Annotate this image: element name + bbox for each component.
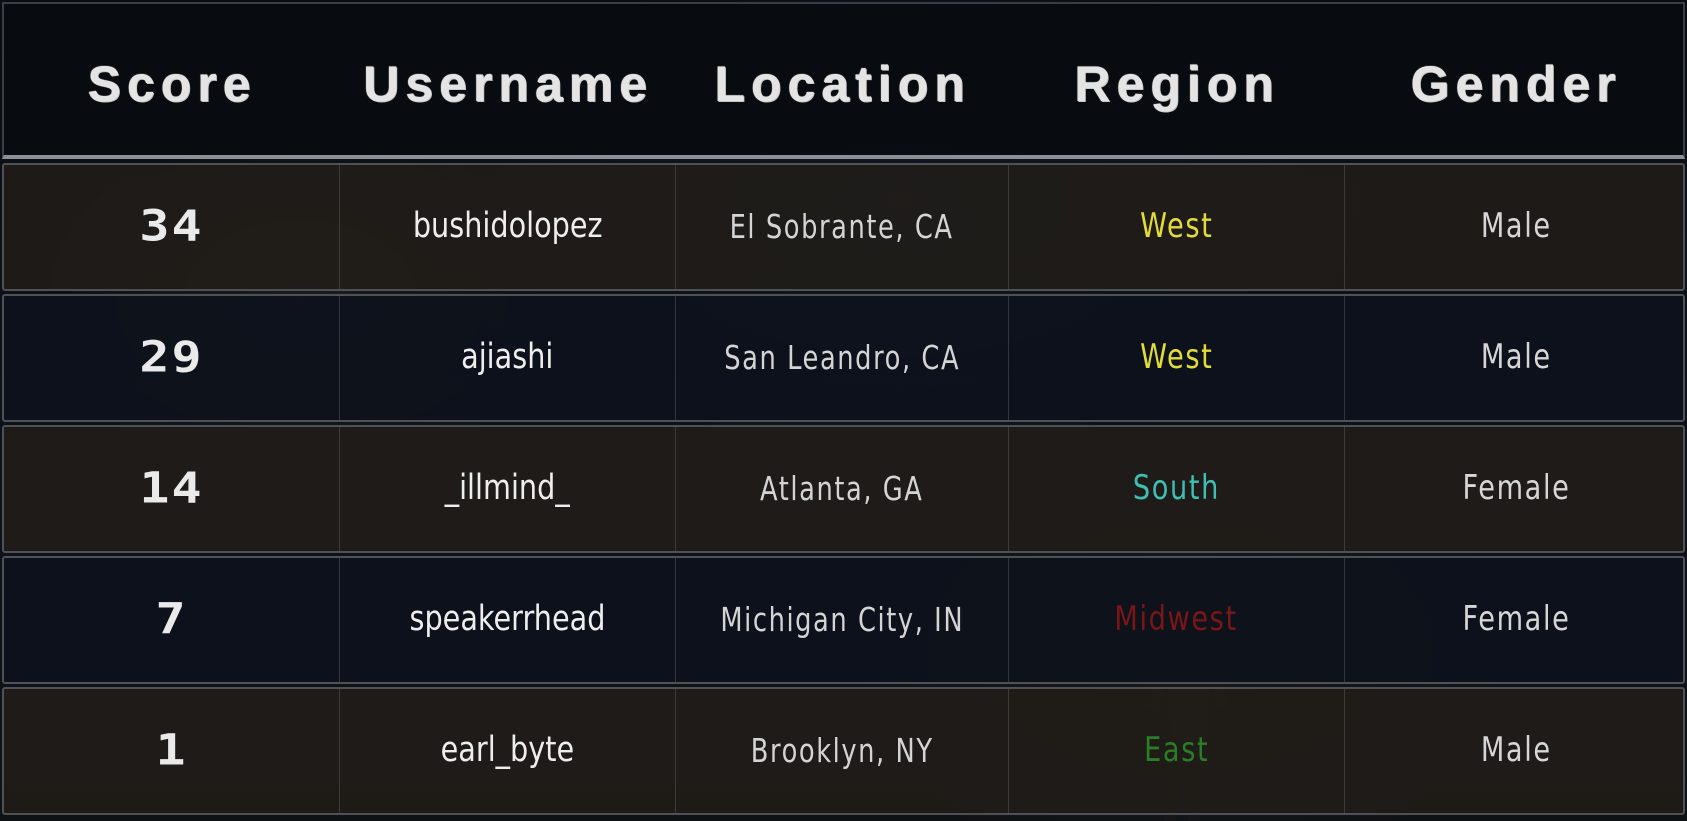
username-value: earl_byte (440, 730, 575, 770)
gender-value: Female (1462, 599, 1570, 639)
location-value: Atlanta, GA (760, 468, 924, 508)
location-value: El Sobrante, CA (730, 206, 954, 246)
leaderboard: Score Username Location Region Gender 34… (2, 2, 1685, 821)
column-header-score: Score (87, 55, 257, 112)
region-value: East (1143, 730, 1210, 770)
score-value: 29 (139, 332, 204, 382)
table-row: 7 speakerrhead Michigan City, IN Midwest… (2, 556, 1685, 684)
region-value: South (1132, 468, 1221, 508)
score-value: 14 (139, 463, 204, 513)
gender-value: Male (1480, 206, 1552, 246)
username-value: bushidolopez (412, 206, 603, 246)
column-header-region: Region (1074, 55, 1280, 112)
location-value: Brooklyn, NY (750, 730, 934, 770)
gender-value: Male (1480, 730, 1552, 770)
region-value: Midwest (1114, 599, 1239, 639)
leaderboard-header: Score Username Location Region Gender (2, 2, 1685, 159)
location-value: Michigan City, IN (720, 599, 964, 639)
score-value: 1 (155, 725, 188, 775)
table-row: 1 earl_byte Brooklyn, NY East Male (2, 687, 1685, 815)
table-row: 34 bushidolopez El Sobrante, CA West Mal… (2, 163, 1685, 291)
column-header-gender: Gender (1410, 55, 1622, 112)
score-value: 34 (139, 201, 204, 251)
column-header-username: Username (363, 55, 653, 112)
table-row: 29 ajiashi San Leandro, CA West Male (2, 294, 1685, 422)
column-header-location: Location (714, 55, 971, 112)
username-value: speakerrhead (409, 599, 606, 639)
score-value: 7 (155, 594, 188, 644)
username-value: ajiashi (461, 337, 554, 377)
gender-value: Female (1462, 468, 1570, 508)
table-row: 14 _illmind_ Atlanta, GA South Female (2, 425, 1685, 553)
username-value: _illmind_ (445, 468, 570, 508)
location-value: San Leandro, CA (724, 337, 960, 377)
region-value: West (1139, 206, 1214, 246)
region-value: West (1139, 337, 1214, 377)
gender-value: Male (1480, 337, 1552, 377)
